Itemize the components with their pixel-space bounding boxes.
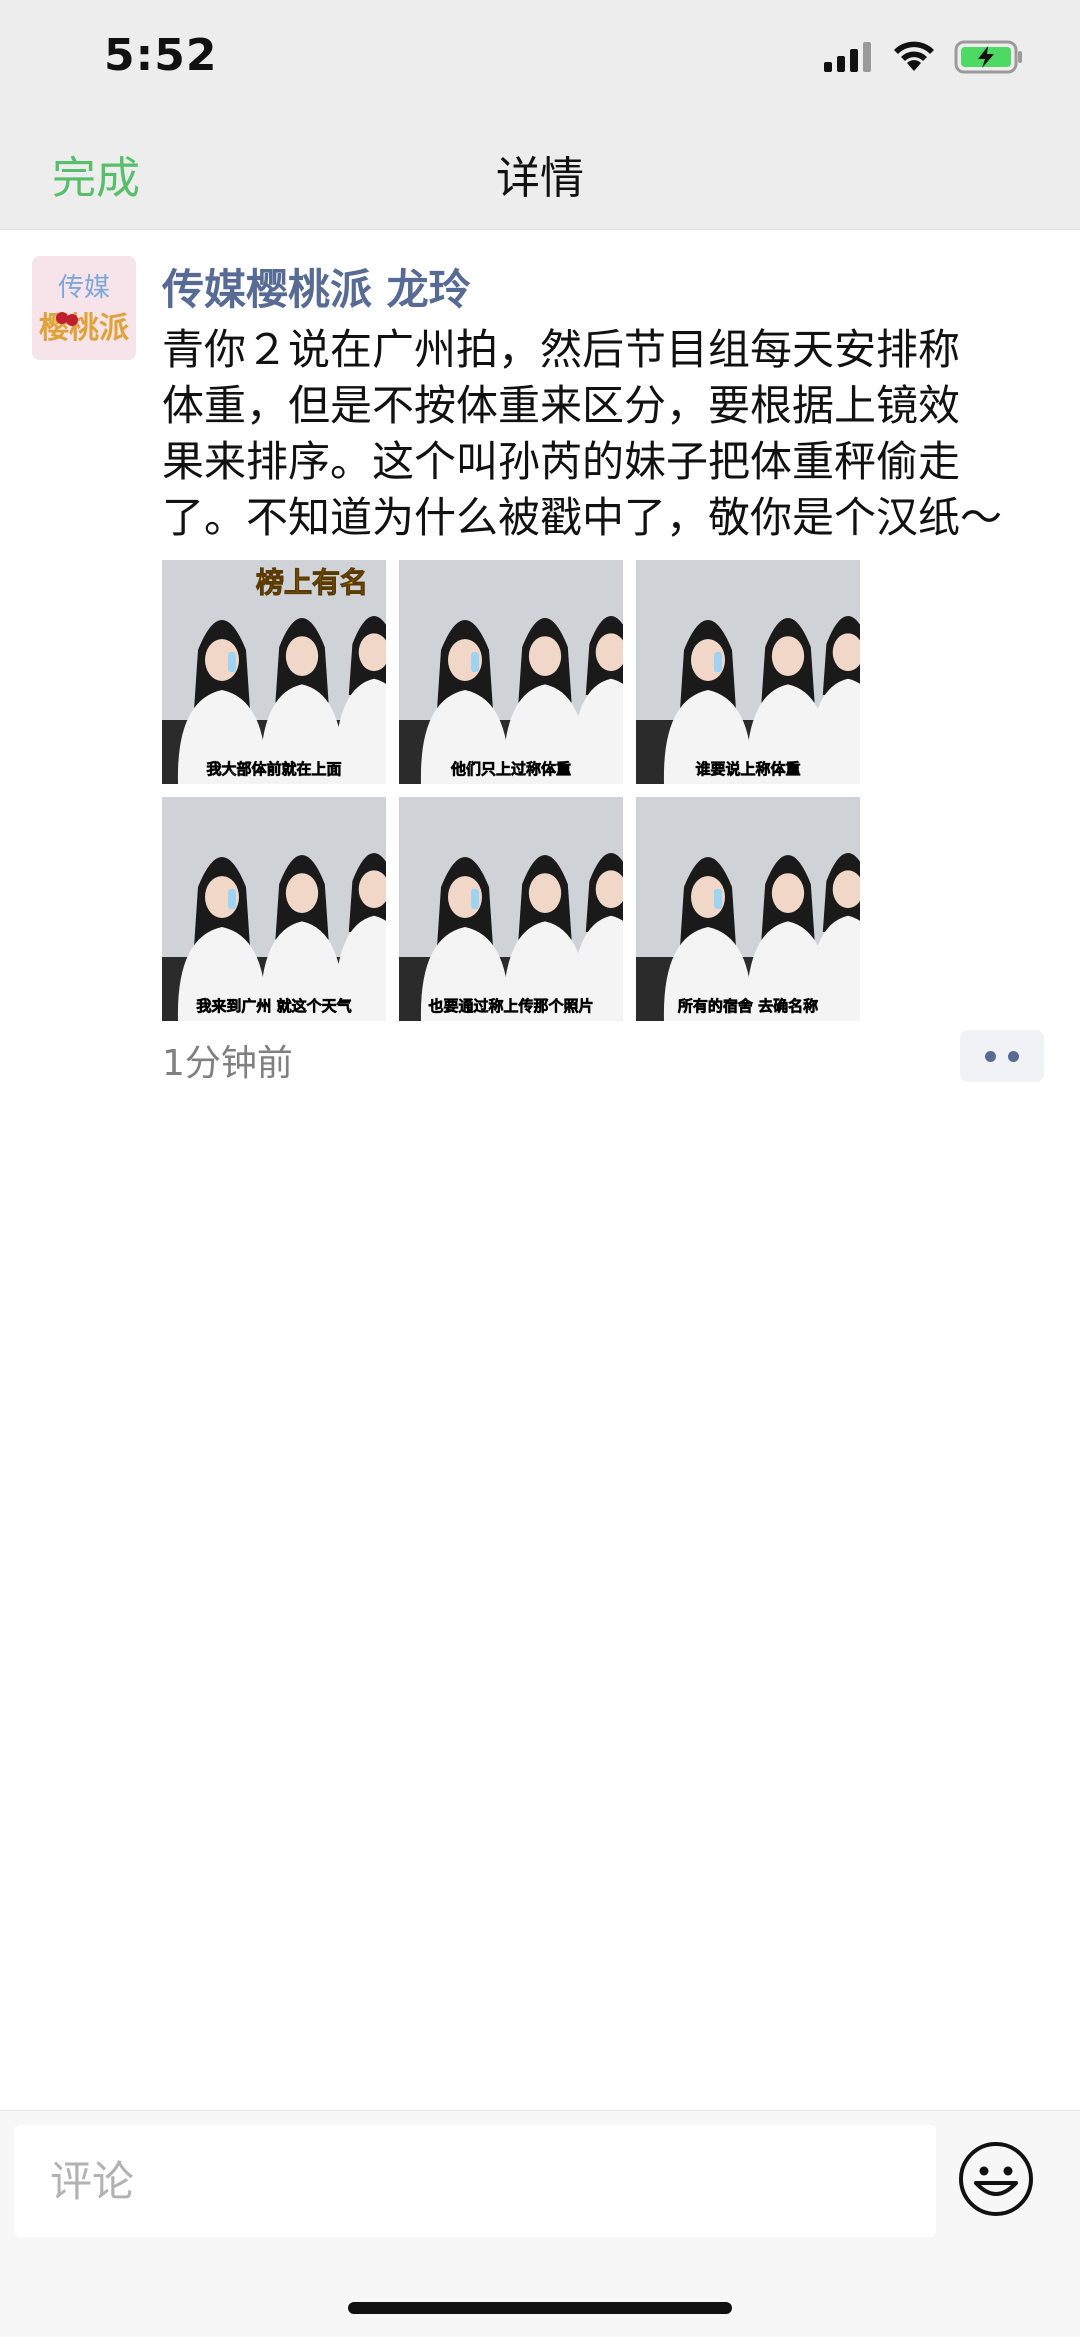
- post-text-line: 了。不知道为什么被戳中了，敬你是个汉纸～: [162, 493, 1003, 542]
- wifi-icon: [894, 41, 934, 71]
- status-icons: [824, 40, 1024, 74]
- image-grid: 我大部体前就在上面 榜上有名 他们只上过称体重 谁要说上称体重 我来到广州 就这个…: [162, 560, 864, 1021]
- post-text: 青你２说在广州拍，然后节目组每天安排称 体重，但是不按体重来区分，要根据上镜效 …: [162, 322, 1062, 546]
- post-image[interactable]: 我大部体前就在上面 榜上有名: [162, 560, 386, 784]
- image-caption: 谁要说上称体重: [695, 760, 800, 778]
- post-text-line: 青你２说在广州拍，然后节目组每天安排称: [162, 325, 961, 374]
- dot-icon: [985, 1050, 996, 1062]
- post-image[interactable]: 我来到广州 就这个天气: [162, 797, 386, 1021]
- battery-charging-icon: [954, 40, 1022, 74]
- svg-text:樱桃派: 樱桃派: [39, 311, 129, 346]
- image-caption: 我大部体前就在上面: [206, 760, 341, 778]
- home-indicator: [348, 2302, 732, 2314]
- dot-icon: [1008, 1050, 1019, 1062]
- post-text-line: 体重，但是不按体重来区分，要根据上镜效: [162, 381, 961, 430]
- nav-bar: 完成 详情: [0, 120, 1080, 230]
- image-caption: 所有的宿舍 去确名称: [678, 997, 818, 1015]
- post-image[interactable]: 所有的宿舍 去确名称: [636, 797, 860, 1021]
- post-image[interactable]: 谁要说上称体重: [636, 560, 860, 784]
- avatar[interactable]: 传媒 樱桃派: [32, 256, 136, 360]
- more-actions-button[interactable]: [960, 1030, 1044, 1082]
- status-time: 5:52: [104, 30, 218, 81]
- image-overlay-text: 榜上有名: [256, 566, 368, 599]
- svg-text:传媒: 传媒: [58, 273, 110, 303]
- post-image[interactable]: 他们只上过称体重: [399, 560, 623, 784]
- image-caption: 我来到广州 就这个天气: [196, 997, 351, 1015]
- comment-input[interactable]: [14, 2125, 936, 2237]
- author-name[interactable]: 传媒樱桃派 龙玲: [162, 256, 471, 317]
- emoji-icon[interactable]: [956, 2139, 1036, 2219]
- post-image[interactable]: 也要通过称上传那个照片: [399, 797, 623, 1021]
- post-text-line: 果来排序。这个叫孙芮的妹子把体重秤偷走: [162, 437, 961, 486]
- post-timestamp: 1分钟前: [162, 1043, 293, 1084]
- image-caption: 也要通过称上传那个照片: [428, 997, 593, 1015]
- signal-icon: [824, 42, 871, 72]
- image-caption: 他们只上过称体重: [450, 760, 571, 778]
- avatar-logo-icon: 传媒 樱桃派: [32, 256, 136, 360]
- page-title: 详情: [496, 153, 584, 204]
- status-bar: 5:52: [0, 0, 1080, 120]
